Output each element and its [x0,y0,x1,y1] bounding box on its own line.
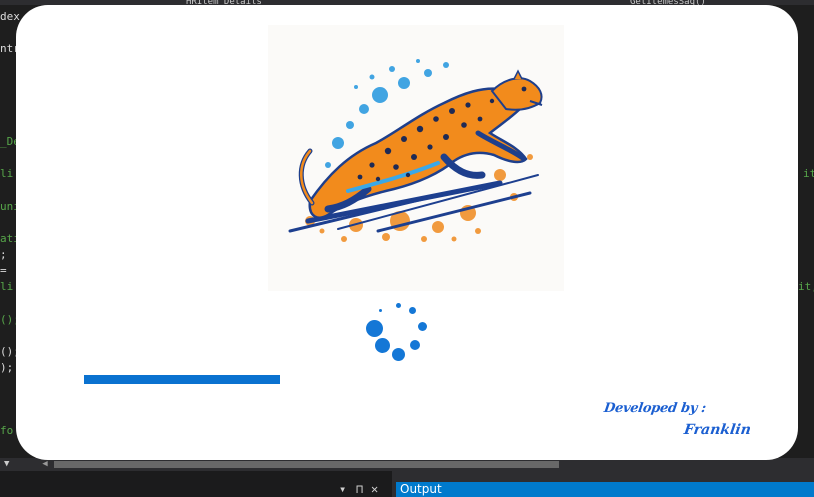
loading-progress-bar [84,375,280,384]
code-fragment-right: it, [798,280,814,293]
code-line: ); [0,361,14,374]
cheetah-logo [288,59,543,242]
code-line: dex [0,10,20,23]
code-line: fo [0,424,14,437]
hero-image [268,25,564,291]
pin-icon[interactable]: ⊓ [356,482,363,496]
splash-screen: Developed by : Franklin [16,5,798,460]
code-line: li [0,280,14,293]
bottom-panel-left [0,471,392,497]
code-line: ; [0,248,7,261]
panel-dropdown-icon[interactable]: ▾ [339,482,346,496]
chevron-down-icon[interactable]: ▼ [4,459,16,470]
developer-name: Franklin [682,422,752,438]
developed-by-label: Developed by : [602,401,707,416]
loading-spinner-icon [366,303,436,367]
code-line: = [0,264,7,277]
close-icon[interactable]: ✕ [371,482,378,496]
code-fragment-right: it [803,167,814,180]
code-line: li [0,167,14,180]
horizontal-scroll-thumb[interactable] [54,461,559,468]
scroll-left-arrow-icon[interactable]: ◀ [40,459,50,470]
progress-fill [84,375,280,384]
tab-output[interactable]: Output [396,482,814,497]
